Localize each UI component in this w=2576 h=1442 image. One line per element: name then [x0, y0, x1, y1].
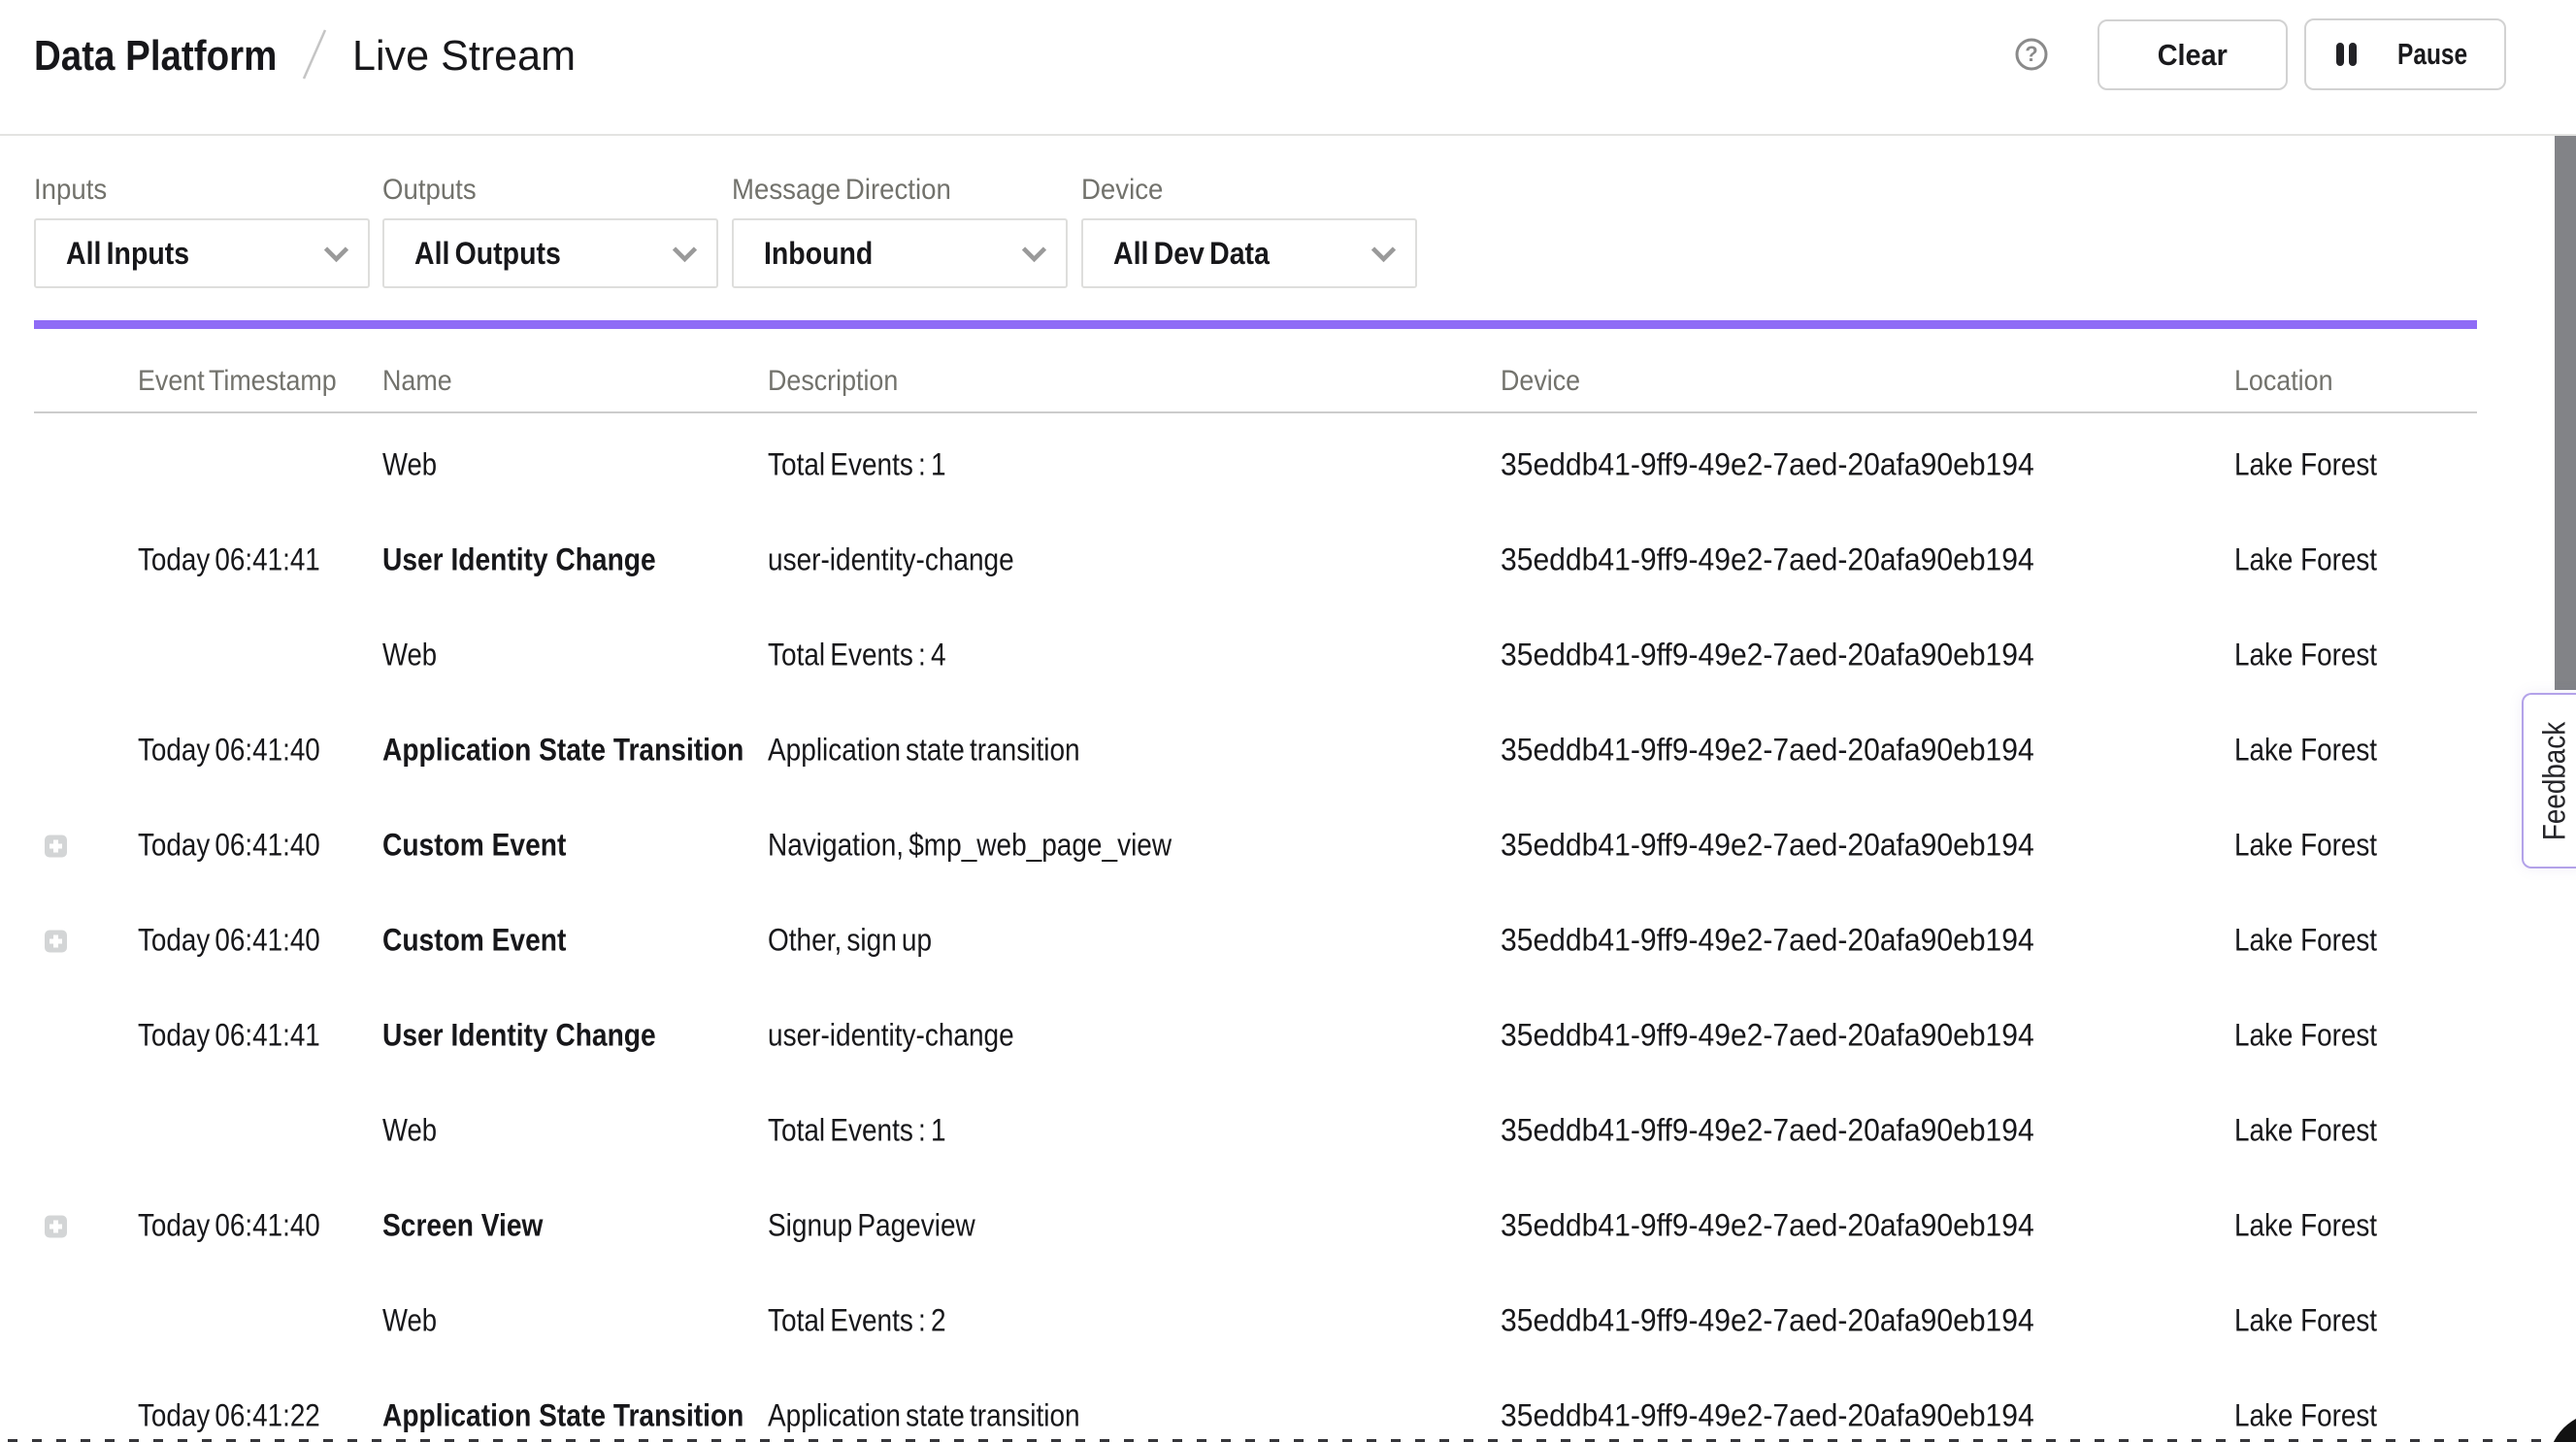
- svg-text:?: ?: [2025, 42, 2037, 66]
